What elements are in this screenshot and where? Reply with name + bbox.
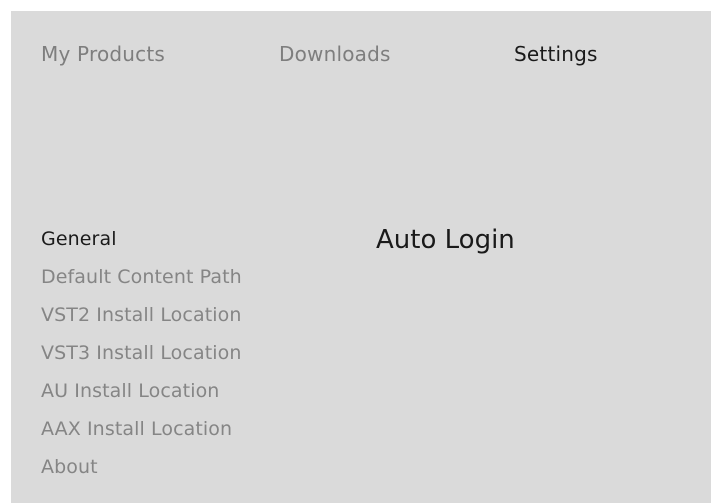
sidebar-item-vst3-install-location[interactable]: VST3 Install Location — [41, 341, 301, 379]
sidebar-item-aax-install-location[interactable]: AAX Install Location — [41, 417, 301, 455]
sidebar-item-general[interactable]: General — [41, 227, 301, 265]
sidebar-item-about[interactable]: About — [41, 455, 301, 493]
tab-my-products[interactable]: My Products — [41, 42, 165, 66]
tab-downloads[interactable]: Downloads — [279, 42, 391, 66]
app-window: My Products Downloads Settings General D… — [11, 11, 711, 503]
sidebar-item-vst2-install-location[interactable]: VST2 Install Location — [41, 303, 301, 341]
tab-settings[interactable]: Settings — [514, 42, 598, 66]
sidebar-item-default-content-path[interactable]: Default Content Path — [41, 265, 301, 303]
sidebar-item-au-install-location[interactable]: AU Install Location — [41, 379, 301, 417]
settings-sidebar: General Default Content Path VST2 Instal… — [41, 227, 301, 493]
section-title: Auto Login — [376, 225, 515, 255]
